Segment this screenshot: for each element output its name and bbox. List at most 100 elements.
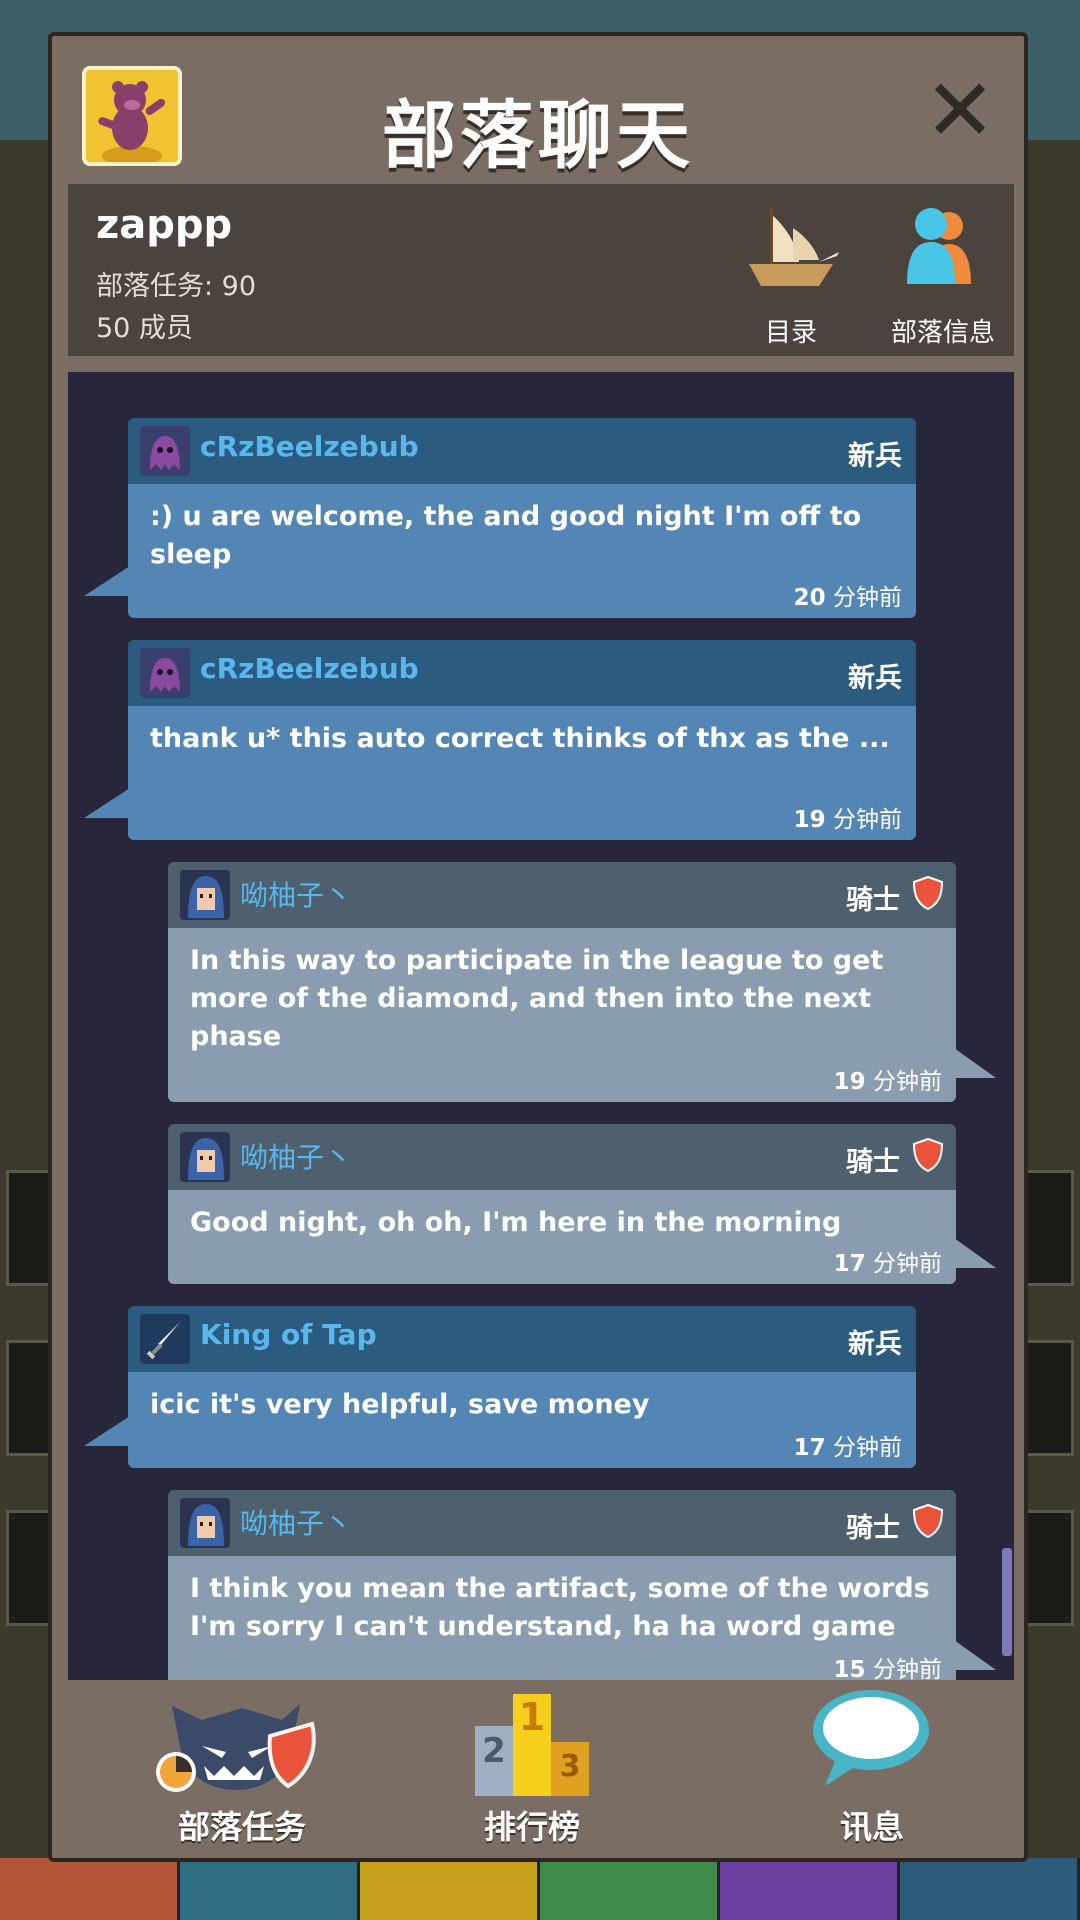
close-icon: ✕	[924, 61, 997, 161]
message-body: Good night, oh oh, I'm here in the morni…	[168, 1190, 956, 1284]
speech-tail	[954, 1238, 996, 1268]
message-header: cRzBeelzebub 新兵	[128, 640, 916, 706]
shield-icon	[912, 1504, 944, 1538]
message-text: In this way to participate in the league…	[190, 945, 884, 1052]
background-slot	[1024, 1510, 1074, 1626]
message-username[interactable]: 呦柚子丶	[240, 874, 352, 914]
clan-info-label: 部落信息	[890, 318, 995, 348]
message-header: King of Tap 新兵	[128, 1306, 916, 1372]
message-body: I think you mean the artifact, some of t…	[168, 1556, 956, 1680]
message-header: 呦柚子丶 骑士	[168, 1490, 956, 1556]
message-time-unit: 分钟前	[865, 1069, 942, 1095]
podium-second-number: 2	[482, 1731, 506, 1771]
message-rank: 新兵	[848, 1329, 902, 1360]
chat-message: cRzBeelzebub 新兵 thank u* this auto corre…	[84, 640, 916, 840]
chat-message: King of Tap 新兵 icic it's very helpful, s…	[84, 1306, 916, 1468]
user-avatar[interactable]	[140, 648, 190, 698]
message-username[interactable]: cRzBeelzebub	[200, 430, 419, 463]
hooded-character-icon	[180, 1498, 230, 1548]
speech-tail	[954, 1048, 996, 1078]
user-avatar[interactable]	[140, 1314, 190, 1364]
message-time-value: 17	[833, 1251, 866, 1277]
message-body: icic it's very helpful, save money 17 分钟…	[128, 1372, 916, 1468]
message-body: thank u* this auto correct thinks of thx…	[128, 706, 916, 840]
modal-header: 部落聊天 ✕	[52, 36, 1024, 186]
message-time-value: 19	[833, 1069, 866, 1095]
message-time-unit: 分钟前	[825, 1435, 902, 1461]
message-rank: 新兵	[848, 441, 902, 472]
message-header: 呦柚子丶 骑士	[168, 862, 956, 928]
speech-bubble-icon	[813, 1690, 929, 1786]
message-username[interactable]: cRzBeelzebub	[200, 652, 419, 685]
message-text: I think you mean the artifact, some of t…	[190, 1573, 930, 1642]
speech-tail	[84, 1416, 130, 1446]
message-rank: 新兵	[848, 663, 902, 694]
message-username[interactable]: King of Tap	[200, 1318, 377, 1351]
message-time-unit: 分钟前	[865, 1251, 942, 1277]
clan-name: zappp	[96, 202, 233, 248]
clan-quest-count: 部落任务: 90	[96, 271, 257, 302]
message-time: 17 分钟前	[834, 1244, 942, 1278]
podium-first-number: 1	[519, 1695, 545, 1739]
message-header: 呦柚子丶 骑士	[168, 1124, 956, 1190]
message-time-unit: 分钟前	[825, 807, 902, 833]
podium-third-number: 3	[560, 1749, 581, 1784]
message-rank: 骑士	[846, 1513, 900, 1544]
message-username[interactable]: 呦柚子丶	[240, 1502, 352, 1542]
user-avatar[interactable]	[180, 870, 230, 920]
chat-message: 呦柚子丶 骑士 Good night, oh oh, I'm here in t…	[168, 1124, 996, 1284]
sword-icon	[140, 1314, 190, 1364]
shield-icon	[912, 1138, 944, 1172]
clan-info-panel: zappp 部落任务: 90 50 成员 目录 部落信息	[68, 184, 1014, 356]
members-icon	[907, 208, 971, 284]
message-body: In this way to participate in the league…	[168, 928, 956, 1102]
message-time: 20 分钟前	[794, 578, 902, 612]
user-avatar[interactable]	[140, 426, 190, 476]
message-text: icic it's very helpful, save money	[150, 1389, 650, 1420]
user-avatar[interactable]	[180, 1132, 230, 1182]
chat-message: 呦柚子丶 骑士 In this way to participate in th…	[168, 862, 996, 1102]
leaderboard-button[interactable]: 2 1 3 排行榜	[432, 1686, 632, 1862]
shield-icon	[912, 876, 944, 910]
purple-monster-icon	[140, 426, 190, 476]
message-rank: 骑士	[846, 885, 900, 916]
page-title: 部落聊天	[382, 93, 694, 179]
message-text: :) u are welcome, the and good night I'm…	[150, 501, 862, 570]
clan-quest-button[interactable]: 部落任务	[122, 1686, 362, 1862]
message-time: 15 分钟前	[834, 1650, 942, 1680]
speech-tail	[84, 566, 130, 596]
message-time-value: 17	[793, 1435, 826, 1461]
clan-quest-label: 部落任务	[177, 1808, 306, 1846]
leaderboard-label: 排行榜	[483, 1808, 580, 1846]
messages-button[interactable]: 讯息	[772, 1686, 972, 1862]
purple-monster-icon	[140, 648, 190, 698]
hooded-character-icon	[180, 1132, 230, 1182]
speech-tail	[954, 1640, 996, 1670]
message-header: cRzBeelzebub 新兵	[128, 418, 916, 484]
message-text: Good night, oh oh, I'm here in the morni…	[190, 1207, 842, 1238]
message-time-value: 15	[833, 1657, 866, 1680]
message-rank: 骑士	[846, 1147, 900, 1178]
background-slot	[1024, 1340, 1074, 1456]
bottom-nav: 部落任务 2 1 3 排行榜 讯息	[52, 1686, 1024, 1862]
messages-label: 讯息	[839, 1808, 904, 1846]
clan-quest-monster-icon	[156, 1704, 316, 1792]
clan-info-button[interactable]: 部落信息	[843, 204, 1043, 349]
message-username[interactable]: 呦柚子丶	[240, 1136, 352, 1176]
chat-message-list[interactable]: cRzBeelzebub 新兵 :) u are welcome, the an…	[68, 372, 1014, 1680]
chat-message: 呦柚子丶 骑士 I think you mean the artifact, s…	[168, 1490, 996, 1680]
background-bottom-bar	[0, 1858, 1080, 1920]
close-button[interactable]: ✕	[924, 68, 996, 154]
message-time-unit: 分钟前	[865, 1657, 942, 1680]
ship-icon	[749, 208, 839, 286]
user-avatar[interactable]	[180, 1498, 230, 1548]
message-text: thank u* this auto correct thinks of thx…	[150, 723, 890, 754]
speech-tail	[84, 788, 130, 818]
podium-icon: 2 1 3	[475, 1694, 589, 1796]
message-time-unit: 分钟前	[825, 585, 902, 611]
chat-message: cRzBeelzebub 新兵 :) u are welcome, the an…	[84, 418, 916, 618]
message-time: 19 分钟前	[794, 800, 902, 834]
background-slot	[1024, 1170, 1074, 1286]
chat-scrollbar[interactable]	[1002, 1548, 1012, 1656]
hooded-character-icon	[180, 870, 230, 920]
